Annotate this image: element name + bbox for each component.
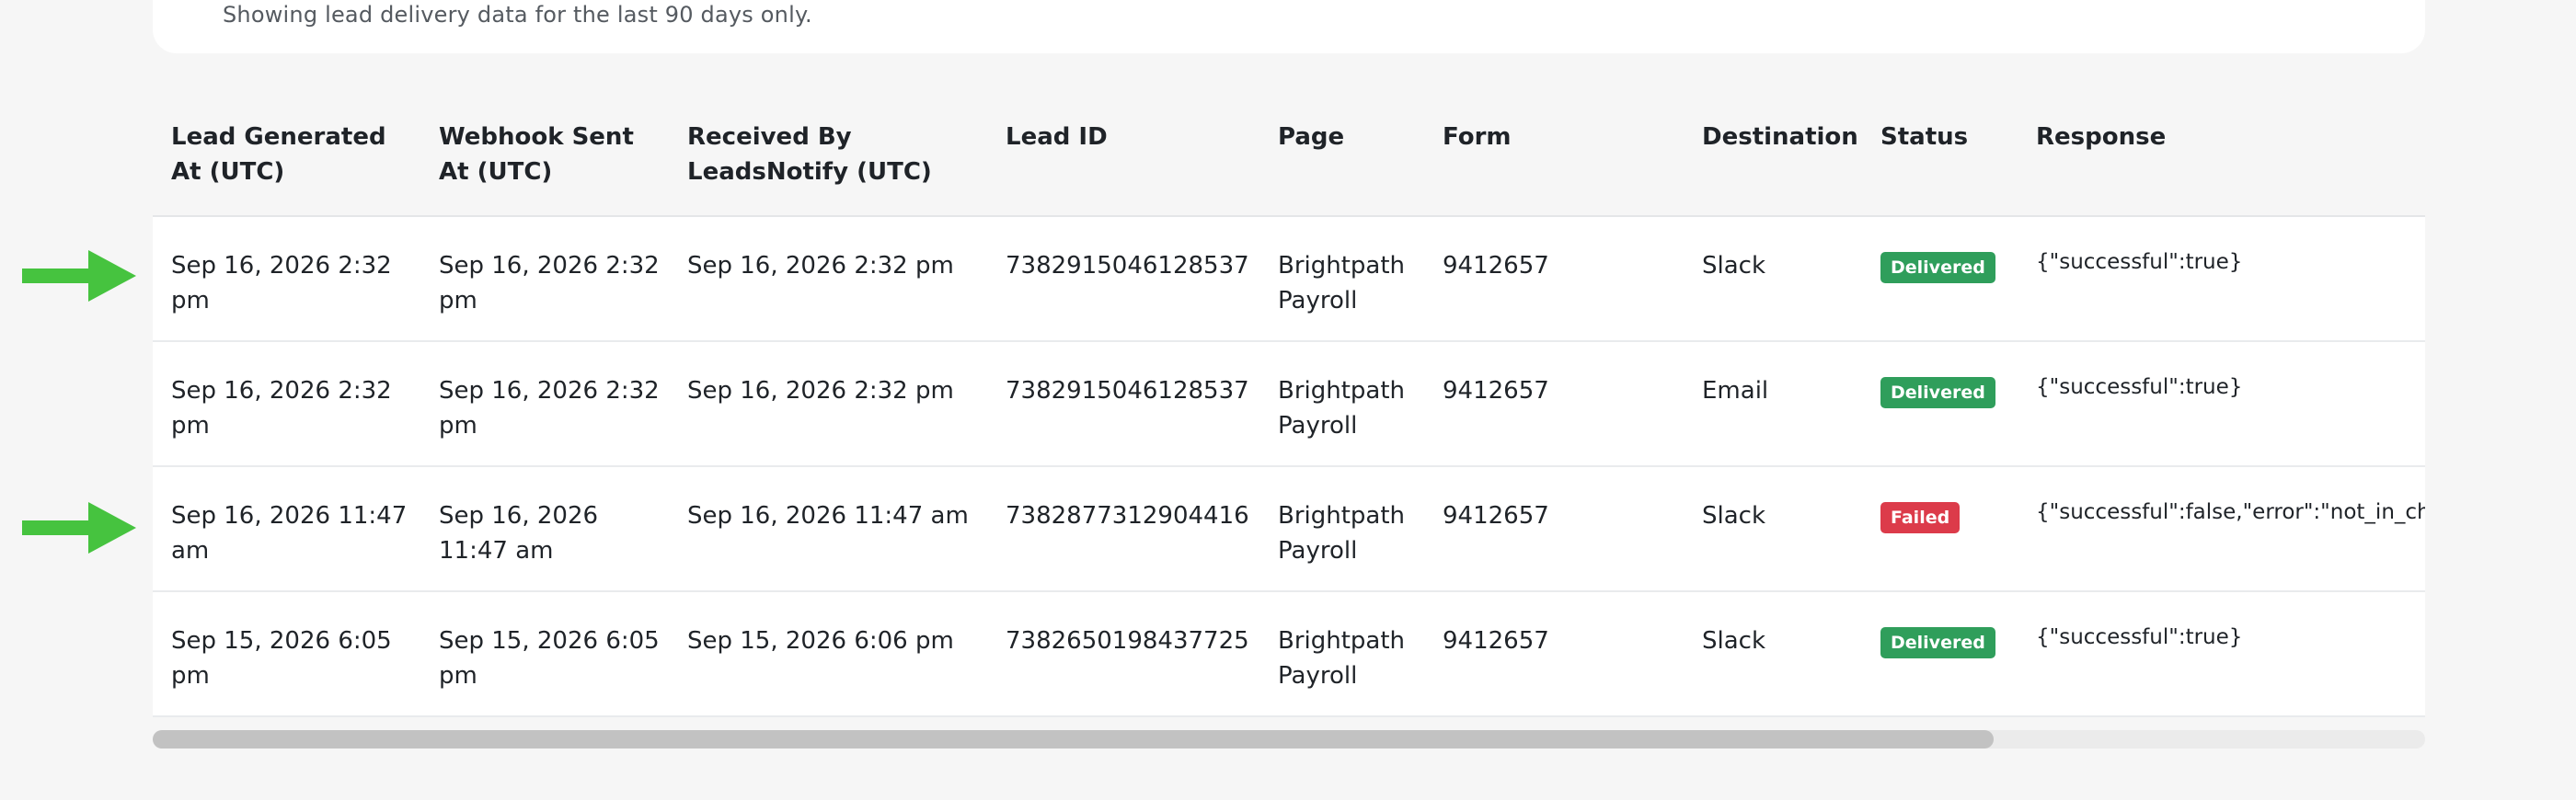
cell-destination: Slack xyxy=(1684,466,1862,592)
cell-response: {"successful":true} xyxy=(2018,591,2425,717)
arrow-right-icon xyxy=(22,250,136,302)
column-header-destination[interactable]: Destination xyxy=(1684,101,1862,217)
lead-delivery-table-container[interactable]: Lead Generated At (UTC) Webhook Sent At … xyxy=(153,101,2425,721)
cell-received-at: Sep 16, 2026 11:47 am xyxy=(669,466,987,592)
column-header-webhook-sent-at[interactable]: Webhook Sent At (UTC) xyxy=(420,101,669,217)
cell-destination: Slack xyxy=(1684,216,1862,342)
column-header-status[interactable]: Status xyxy=(1862,101,2018,217)
cell-form: 9412657 xyxy=(1424,216,1684,342)
cell-webhook-sent-at: Sep 16, 2026 11:47 am xyxy=(420,466,669,592)
cell-destination: Email xyxy=(1684,341,1862,467)
column-header-received-by[interactable]: Received By LeadsNotify (UTC) xyxy=(669,101,987,217)
status-badge: Delivered xyxy=(1880,377,1995,408)
cell-form: 9412657 xyxy=(1424,466,1684,592)
cell-lead-generated-at: Sep 16, 2026 2:32 pm xyxy=(153,341,420,467)
lead-delivery-table: Lead Generated At (UTC) Webhook Sent At … xyxy=(153,101,2425,717)
status-badge: Delivered xyxy=(1880,252,1995,283)
cell-received-at: Sep 16, 2026 2:32 pm xyxy=(669,216,987,342)
cell-response: {"successful":true} xyxy=(2018,341,2425,467)
cell-response: {"successful":false,"error":"not_in_cha xyxy=(2018,466,2425,592)
cell-lead-generated-at: Sep 15, 2026 6:05 pm xyxy=(153,591,420,717)
cell-page: Brightpath Payroll xyxy=(1259,591,1424,717)
cell-lead-id: 7382650198437725 xyxy=(987,591,1259,717)
cell-response: {"successful":true} xyxy=(2018,216,2425,342)
cell-lead-id: 7382915046128537 xyxy=(987,341,1259,467)
cell-form: 9412657 xyxy=(1424,341,1684,467)
cell-page: Brightpath Payroll xyxy=(1259,466,1424,592)
cell-received-at: Sep 15, 2026 6:06 pm xyxy=(669,591,987,717)
column-header-lead-generated-at[interactable]: Lead Generated At (UTC) xyxy=(153,101,420,217)
cell-lead-id: 7382915046128537 xyxy=(987,216,1259,342)
column-header-lead-id[interactable]: Lead ID xyxy=(987,101,1259,217)
status-badge: Delivered xyxy=(1880,627,1995,658)
status-badge: Failed xyxy=(1880,502,1961,533)
cell-status: Delivered xyxy=(1862,591,2018,717)
cell-webhook-sent-at: Sep 16, 2026 2:32 pm xyxy=(420,216,669,342)
table-row[interactable]: Sep 16, 2026 2:32 pm Sep 16, 2026 2:32 p… xyxy=(153,341,2425,467)
arrow-right-icon xyxy=(22,502,136,554)
cell-lead-generated-at: Sep 16, 2026 11:47 am xyxy=(153,466,420,592)
cell-webhook-sent-at: Sep 16, 2026 2:32 pm xyxy=(420,341,669,467)
notice-card: Showing lead delivery data for the last … xyxy=(153,0,2425,53)
column-header-form[interactable]: Form xyxy=(1424,101,1684,217)
horizontal-scrollbar[interactable] xyxy=(153,730,2425,749)
cell-lead-id: 7382877312904416 xyxy=(987,466,1259,592)
table-row[interactable]: Sep 16, 2026 2:32 pm Sep 16, 2026 2:32 p… xyxy=(153,216,2425,342)
cell-page: Brightpath Payroll xyxy=(1259,341,1424,467)
column-header-page[interactable]: Page xyxy=(1259,101,1424,217)
notice-text: Showing lead delivery data for the last … xyxy=(223,2,812,28)
cell-status: Delivered xyxy=(1862,216,2018,342)
cell-form: 9412657 xyxy=(1424,591,1684,717)
cell-destination: Slack xyxy=(1684,591,1862,717)
lead-delivery-log-page: Showing lead delivery data for the last … xyxy=(0,0,2576,800)
cell-status: Delivered xyxy=(1862,341,2018,467)
table-row[interactable]: Sep 15, 2026 6:05 pm Sep 15, 2026 6:05 p… xyxy=(153,591,2425,717)
column-header-response[interactable]: Response xyxy=(2018,101,2425,217)
cell-webhook-sent-at: Sep 15, 2026 6:05 pm xyxy=(420,591,669,717)
cell-lead-generated-at: Sep 16, 2026 2:32 pm xyxy=(153,216,420,342)
scrollbar-thumb[interactable] xyxy=(153,730,1994,749)
cell-received-at: Sep 16, 2026 2:32 pm xyxy=(669,341,987,467)
table-row[interactable]: Sep 16, 2026 11:47 am Sep 16, 2026 11:47… xyxy=(153,466,2425,592)
table-header-row: Lead Generated At (UTC) Webhook Sent At … xyxy=(153,101,2425,217)
cell-status: Failed xyxy=(1862,466,2018,592)
cell-page: Brightpath Payroll xyxy=(1259,216,1424,342)
